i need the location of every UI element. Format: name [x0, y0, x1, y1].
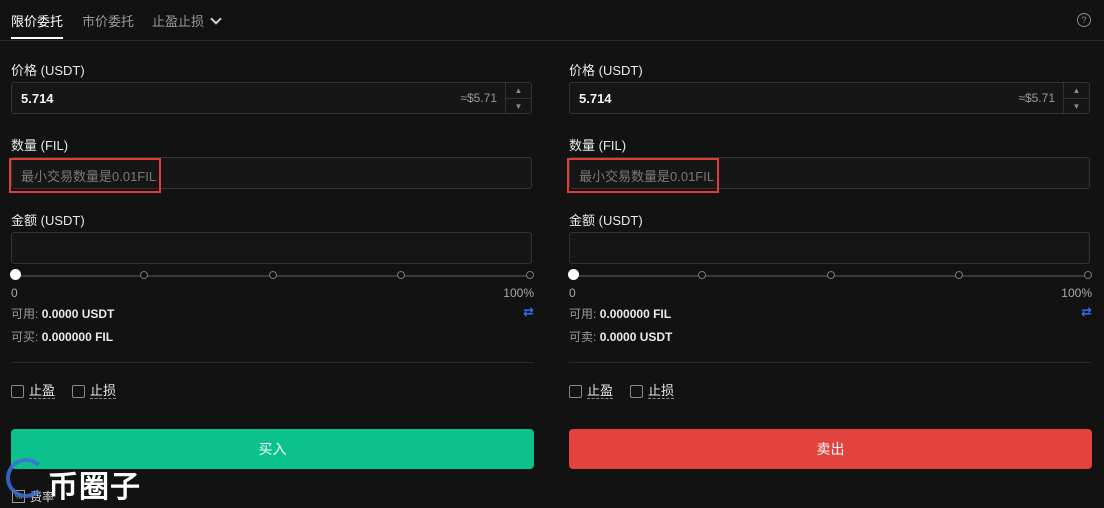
- available-balance: 可用: 0.0000 USDT: [11, 305, 114, 322]
- slider-mark-25[interactable]: [140, 271, 148, 279]
- take-profit-checkbox[interactable]: 止盈: [11, 383, 56, 399]
- watermark: 币圈子: [6, 458, 156, 505]
- checkbox-icon: [630, 385, 643, 398]
- price-label: 价格 (USDT): [569, 63, 643, 78]
- price-approx: ≈$5.71: [460, 91, 497, 105]
- take-profit-label: 止盈: [587, 383, 614, 399]
- checkbox-icon: [11, 385, 24, 398]
- transfer-icon[interactable]: ⇄: [523, 304, 534, 320]
- amount-input[interactable]: 最小交易数量是0.01FIL: [567, 157, 1090, 193]
- total-input[interactable]: [11, 232, 532, 264]
- highlight-box: [9, 158, 161, 193]
- slider-max-label: 100%: [1061, 286, 1092, 300]
- sell-panel: 价格 (USDT) 5.714 ≈$5.71 ▲ ▼ 数量 (FIL) 最小交易…: [567, 0, 1092, 508]
- buy-panel: 价格 (USDT) 5.714 ≈$5.71 ▲ ▼ 数量 (FIL) 最小交易…: [9, 0, 534, 508]
- can-buy-value: 0.000000 FIL: [41, 330, 114, 344]
- price-input[interactable]: 5.714 ≈$5.71 ▲ ▼: [569, 82, 1090, 114]
- price-stepper: ▲ ▼: [505, 83, 531, 113]
- available-value: 0.000000 FIL: [599, 307, 672, 321]
- transfer-icon[interactable]: ⇄: [1081, 304, 1092, 320]
- slider-mark-25[interactable]: [698, 271, 706, 279]
- price-stepper: ▲ ▼: [1063, 83, 1089, 113]
- watermark-logo-icon: [6, 458, 46, 498]
- highlight-box: [567, 158, 719, 193]
- can-sell-label: 可卖:: [569, 330, 597, 344]
- total-label: 金额 (USDT): [11, 213, 85, 228]
- price-input[interactable]: 5.714 ≈$5.71 ▲ ▼: [11, 82, 532, 114]
- divider: [569, 362, 1092, 363]
- decrement-icon[interactable]: ▼: [1064, 99, 1089, 114]
- amount-label: 数量 (FIL): [11, 138, 69, 153]
- amount-input[interactable]: 最小交易数量是0.01FIL: [9, 157, 532, 193]
- sell-button[interactable]: 卖出: [569, 429, 1092, 469]
- slider-mark-50[interactable]: [269, 271, 277, 279]
- total-label: 金额 (USDT): [569, 213, 643, 228]
- max-sell: 可卖: 0.0000 USDT: [569, 328, 672, 345]
- slider-mark-100[interactable]: [526, 271, 534, 279]
- slider-mark-75[interactable]: [397, 271, 405, 279]
- take-profit-checkbox[interactable]: 止盈: [569, 383, 614, 399]
- can-buy-label: 可买:: [11, 330, 39, 344]
- available-label: 可用:: [569, 307, 597, 321]
- available-value: 0.0000 USDT: [41, 307, 115, 321]
- price-label: 价格 (USDT): [11, 63, 85, 78]
- stop-loss-checkbox[interactable]: 止损: [630, 383, 675, 399]
- available-balance: 可用: 0.000000 FIL: [569, 305, 671, 322]
- available-label: 可用:: [11, 307, 39, 321]
- increment-icon[interactable]: ▲: [1064, 83, 1089, 99]
- slider-mark-50[interactable]: [827, 271, 835, 279]
- divider: [11, 362, 534, 363]
- slider-handle[interactable]: [10, 269, 21, 280]
- take-profit-label: 止盈: [29, 383, 56, 399]
- stop-loss-label: 止损: [648, 383, 675, 399]
- total-input[interactable]: [569, 232, 1090, 264]
- watermark-text: 币圈子: [48, 470, 141, 505]
- slider-mark-100[interactable]: [1084, 271, 1092, 279]
- amount-label: 数量 (FIL): [569, 138, 627, 153]
- checkbox-icon: [569, 385, 582, 398]
- slider-mark-75[interactable]: [955, 271, 963, 279]
- stop-loss-checkbox[interactable]: 止损: [72, 383, 117, 399]
- increment-icon[interactable]: ▲: [506, 83, 531, 99]
- can-sell-value: 0.0000 USDT: [599, 330, 673, 344]
- decrement-icon[interactable]: ▼: [506, 99, 531, 114]
- price-value: 5.714: [21, 91, 54, 106]
- slider-min-label: 0: [569, 286, 576, 300]
- slider-min-label: 0: [11, 286, 18, 300]
- max-buy: 可买: 0.000000 FIL: [11, 328, 113, 345]
- checkbox-icon: [72, 385, 85, 398]
- stop-loss-label: 止损: [90, 383, 117, 399]
- slider-max-label: 100%: [503, 286, 534, 300]
- price-value: 5.714: [579, 91, 612, 106]
- slider-handle[interactable]: [568, 269, 579, 280]
- price-approx: ≈$5.71: [1018, 91, 1055, 105]
